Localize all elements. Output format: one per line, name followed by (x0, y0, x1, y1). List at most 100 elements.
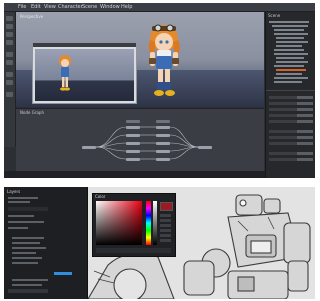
rotate-tool-icon[interactable] (6, 32, 13, 37)
layer-row[interactable] (12, 284, 42, 286)
property-value[interactable] (297, 120, 313, 123)
property-value[interactable] (297, 102, 313, 105)
property-row[interactable] (269, 130, 313, 133)
menu-help[interactable]: Help (121, 4, 132, 10)
property-value[interactable] (297, 158, 313, 161)
move-tool-icon[interactable] (6, 24, 13, 29)
layer-row[interactable] (12, 247, 46, 249)
morph-tool-icon[interactable] (6, 80, 13, 85)
property-value[interactable] (297, 136, 313, 139)
brightness-slider[interactable] (153, 201, 157, 245)
outline-row[interactable] (276, 41, 308, 43)
outline-row[interactable] (274, 81, 302, 83)
graph-node[interactable] (156, 158, 170, 161)
graph-node[interactable] (156, 142, 170, 145)
outline-row[interactable] (272, 25, 308, 27)
property-row[interactable] (269, 96, 313, 99)
property-row[interactable] (269, 152, 313, 155)
menu-edit[interactable]: Edit (31, 4, 41, 10)
color-value-field[interactable] (160, 229, 171, 232)
property-row[interactable] (269, 142, 313, 145)
color-value-field[interactable] (160, 239, 171, 242)
property-row[interactable] (269, 120, 313, 123)
outline-row[interactable] (276, 45, 302, 47)
hue-slider[interactable] (146, 201, 151, 245)
node-graph-panel[interactable]: Node Graph (16, 108, 264, 171)
graph-node[interactable] (156, 126, 170, 129)
outline-row[interactable] (276, 37, 304, 39)
graph-node[interactable] (126, 120, 140, 123)
panel-field[interactable] (8, 207, 48, 211)
menu-character[interactable]: Character (58, 4, 83, 10)
property-row[interactable] (269, 114, 313, 117)
layer-row[interactable] (12, 257, 42, 259)
color-value-field[interactable] (160, 219, 171, 222)
graph-node[interactable] (126, 126, 140, 129)
main-viewport[interactable]: Perspective (16, 12, 264, 107)
bone-tool-icon[interactable] (6, 72, 13, 77)
property-value[interactable] (297, 130, 313, 133)
graph-node[interactable] (198, 146, 212, 149)
layer-row[interactable] (12, 242, 40, 244)
property-row[interactable] (269, 102, 313, 105)
outline-row[interactable] (269, 21, 309, 23)
outline-row[interactable] (274, 65, 304, 67)
outline-row[interactable] (276, 61, 308, 63)
scale-tool-icon[interactable] (6, 40, 13, 45)
color-value-field[interactable] (160, 224, 171, 227)
color-value-field[interactable] (160, 234, 171, 237)
property-value[interactable] (297, 114, 313, 117)
graph-node[interactable] (156, 134, 170, 137)
layer-row[interactable] (12, 252, 36, 254)
graph-node[interactable] (156, 120, 170, 123)
outline-row[interactable] (274, 33, 308, 35)
outline-row[interactable] (274, 53, 308, 55)
menu-window[interactable]: Window (100, 4, 120, 10)
property-row[interactable] (269, 158, 313, 161)
menu-view[interactable]: View (44, 4, 56, 10)
property-row[interactable] (269, 108, 313, 111)
layer-row[interactable] (12, 262, 38, 264)
color-history-strip[interactable] (96, 248, 171, 253)
render-tool-icon[interactable] (6, 92, 13, 97)
color-picker-title: Color (95, 194, 106, 199)
status-bar (4, 171, 265, 178)
graph-node[interactable] (126, 158, 140, 161)
select-tool-icon[interactable] (6, 16, 13, 21)
tool-strip (4, 12, 16, 147)
color-value-field[interactable] (160, 214, 171, 217)
property-value[interactable] (297, 142, 313, 145)
camera-tool-icon[interactable] (6, 52, 13, 57)
panel-row[interactable] (8, 201, 30, 203)
graph-node[interactable] (126, 134, 140, 137)
menu-scene[interactable]: Scene (82, 4, 97, 10)
menu-file[interactable]: File (18, 4, 26, 10)
light-tool-icon[interactable] (6, 60, 13, 65)
saturation-value-field[interactable] (96, 201, 142, 245)
property-value[interactable] (297, 96, 313, 99)
property-value[interactable] (297, 108, 313, 111)
drawing-canvas[interactable]: Color (88, 187, 315, 299)
panel-row[interactable] (8, 197, 38, 199)
camera-preview-window[interactable] (32, 42, 137, 104)
graph-node[interactable] (126, 142, 140, 145)
outline-row[interactable] (276, 57, 304, 59)
panel-footer-field[interactable] (8, 289, 48, 293)
panel-row[interactable] (8, 215, 34, 217)
panel-row[interactable] (8, 227, 28, 229)
property-row[interactable] (269, 136, 313, 139)
layer-row[interactable] (12, 237, 44, 239)
outline-row-selected[interactable] (276, 69, 306, 71)
panel-row[interactable] (8, 221, 44, 223)
layer-row[interactable] (12, 279, 48, 281)
active-layer-indicator[interactable] (54, 272, 72, 275)
property-value[interactable] (297, 152, 313, 155)
color-picker-dialog[interactable]: Color (92, 193, 176, 257)
outline-row[interactable] (274, 49, 304, 51)
graph-node[interactable] (156, 150, 170, 153)
outline-row[interactable] (276, 73, 302, 75)
outline-row[interactable] (274, 29, 304, 31)
outline-row[interactable] (274, 77, 308, 79)
graph-node[interactable] (82, 146, 96, 149)
graph-node[interactable] (126, 150, 140, 153)
